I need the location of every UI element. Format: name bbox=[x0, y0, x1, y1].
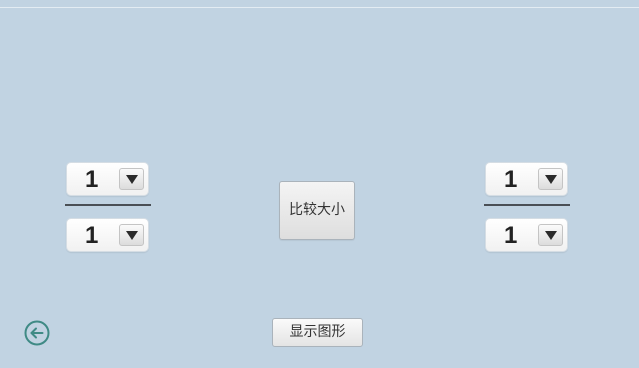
top-divider bbox=[0, 7, 639, 8]
caret-down-icon bbox=[545, 175, 557, 184]
caret-down-icon bbox=[126, 231, 138, 240]
left-numerator-dropdown-button[interactable] bbox=[119, 168, 144, 190]
right-denominator-dropdown-button[interactable] bbox=[538, 224, 563, 246]
caret-down-icon bbox=[545, 231, 557, 240]
right-numerator-dropdown-button[interactable] bbox=[538, 168, 563, 190]
left-numerator-value: 1 bbox=[85, 166, 99, 193]
right-fraction-bar bbox=[484, 204, 570, 206]
left-numerator-select[interactable]: 1 bbox=[66, 162, 149, 196]
left-denominator-dropdown-button[interactable] bbox=[119, 224, 144, 246]
back-arrow-circle-icon bbox=[24, 320, 50, 346]
right-denominator-value: 1 bbox=[504, 222, 518, 249]
left-fraction-bar bbox=[65, 204, 151, 206]
caret-down-icon bbox=[126, 175, 138, 184]
right-denominator-select[interactable]: 1 bbox=[485, 218, 568, 252]
back-button[interactable] bbox=[24, 320, 50, 346]
compare-button[interactable]: 比较大小 bbox=[279, 181, 355, 240]
right-numerator-value: 1 bbox=[504, 166, 518, 193]
left-denominator-value: 1 bbox=[85, 222, 99, 249]
right-numerator-select[interactable]: 1 bbox=[485, 162, 568, 196]
show-graphic-button[interactable]: 显示图形 bbox=[272, 318, 363, 347]
left-denominator-select[interactable]: 1 bbox=[66, 218, 149, 252]
